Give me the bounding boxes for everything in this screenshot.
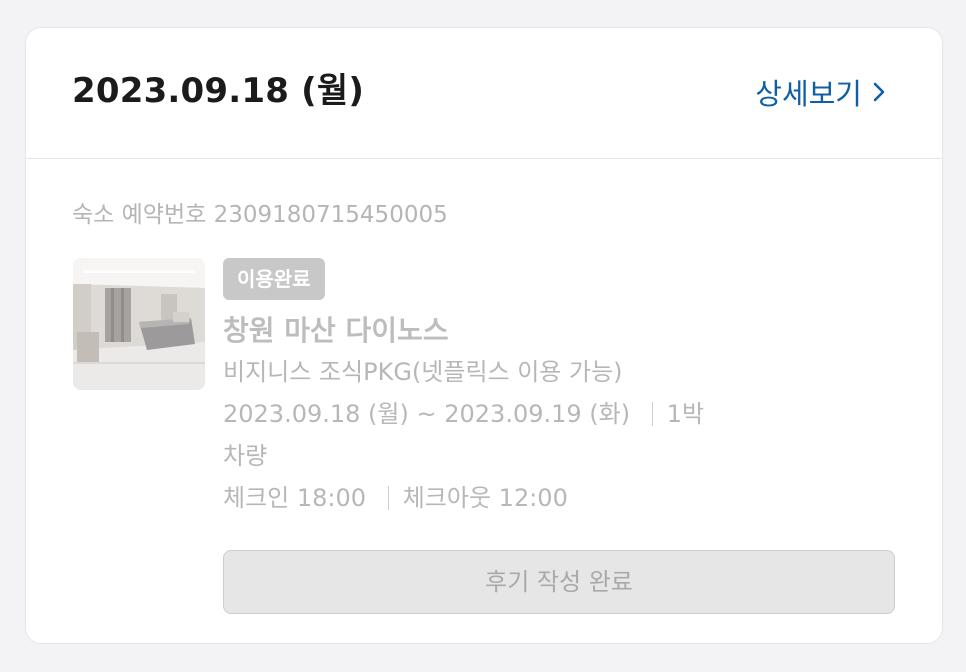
checkin-time: 18:00 xyxy=(296,484,367,512)
checkout-time: 12:00 xyxy=(498,484,568,512)
check-times: 체크인 18:00 체크아웃 12:00 xyxy=(223,477,704,519)
status-badge: 이용완료 xyxy=(223,258,325,300)
booking-number-line: 숙소 예약번호 2309180715450005 xyxy=(72,199,448,231)
review-complete-button[interactable]: 후기 작성 완료 xyxy=(223,550,895,614)
divider xyxy=(651,402,653,426)
hotel-name: 창원 마산 다이노스 xyxy=(223,314,449,347)
reservation-card: 2023.09.18 (월) 상세보기 숙소 예약번호 230918071545… xyxy=(25,27,943,644)
room-thumbnail[interactable] xyxy=(73,258,205,390)
room-photo xyxy=(73,258,205,390)
reservation-date-title: 2023.09.18 (월) xyxy=(72,71,365,111)
reservation-info: 이용완료 창원 마산 다이노스 비지니스 조식PKG(넷플릭스 이용 가능) 2… xyxy=(223,258,704,519)
view-details-label: 상세보기 xyxy=(755,77,862,111)
booking-number-value: 2309180715450005 xyxy=(213,202,448,228)
divider xyxy=(387,486,389,510)
chevron-right-icon xyxy=(873,82,885,102)
checkout-label: 체크아웃 xyxy=(402,484,492,512)
card-header: 2023.09.18 (월) 상세보기 xyxy=(26,28,942,159)
date-separator: ~ xyxy=(416,400,437,428)
checkin-date: 2023.09.18 (월) xyxy=(223,400,409,428)
room-name: 비지니스 조식PKG(넷플릭스 이용 가능) xyxy=(223,358,623,386)
checkin-label: 체크인 xyxy=(223,484,290,512)
parking-info: 차량 xyxy=(223,442,268,470)
stay-dates: 2023.09.18 (월) ~ 2023.09.19 (화) 1박 xyxy=(223,393,704,435)
booking-number-label: 숙소 예약번호 xyxy=(72,202,207,228)
checkout-date: 2023.09.19 (화) xyxy=(444,400,631,428)
nights-count: 1박 xyxy=(666,400,705,428)
view-details-link[interactable]: 상세보기 xyxy=(755,72,890,112)
